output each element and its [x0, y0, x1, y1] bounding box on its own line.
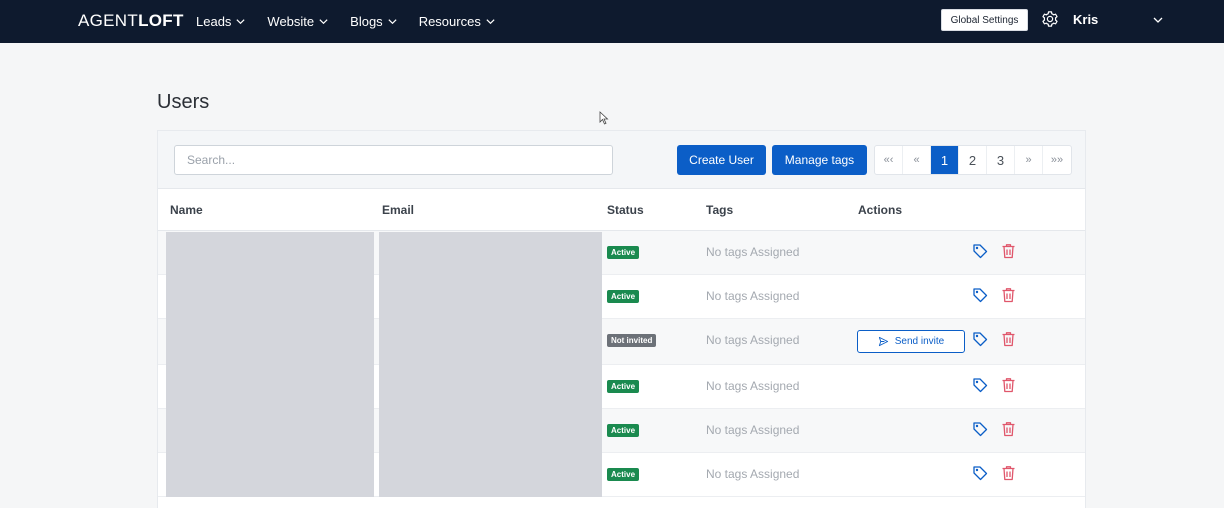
users-toolbar: Create User Manage tags «‹ « 1 2 3 » »»: [158, 131, 1085, 189]
trash-icon[interactable]: [1001, 243, 1016, 259]
tag-icon[interactable]: [972, 465, 988, 481]
tag-icon[interactable]: [972, 377, 988, 393]
brand-logo[interactable]: AGENTLOFT: [78, 11, 184, 31]
status-badge: Active: [607, 468, 640, 481]
nav-blogs[interactable]: Blogs: [350, 14, 398, 29]
manage-tags-button[interactable]: Manage tags: [772, 145, 867, 175]
status-badge: Active: [607, 246, 640, 259]
page-title: Users: [157, 91, 210, 113]
status-badge: Not invited: [607, 334, 657, 347]
pagination: «‹ « 1 2 3 » »»: [874, 145, 1072, 175]
prev-page-button[interactable]: «: [903, 146, 931, 174]
main-nav: Leads Website Blogs Resources: [196, 0, 496, 43]
column-header-actions: Actions: [858, 203, 903, 217]
users-card: Create User Manage tags «‹ « 1 2 3 » »» …: [157, 130, 1086, 508]
tag-icon[interactable]: [972, 331, 988, 347]
chevron-down-icon: [486, 19, 495, 25]
status-badge: Active: [607, 290, 640, 303]
gear-icon[interactable]: [1041, 10, 1059, 28]
column-header-tags[interactable]: Tags: [706, 203, 733, 217]
trash-icon[interactable]: [1001, 287, 1016, 303]
nav-website[interactable]: Website: [267, 14, 329, 29]
user-menu-name[interactable]: Kris: [1073, 12, 1098, 27]
mouse-cursor-icon: [599, 111, 609, 125]
chevron-down-icon: [236, 19, 246, 25]
trash-icon[interactable]: [1001, 331, 1016, 347]
global-settings-button[interactable]: Global Settings: [941, 9, 1028, 31]
tags-cell: No tags Assigned: [706, 245, 800, 259]
chevron-down-icon: [319, 19, 328, 25]
tag-icon[interactable]: [972, 243, 988, 259]
tags-cell: No tags Assigned: [706, 289, 800, 303]
search-input[interactable]: [174, 145, 613, 175]
trash-icon[interactable]: [1001, 377, 1016, 393]
first-page-button[interactable]: «‹: [875, 146, 903, 174]
trash-icon[interactable]: [1001, 465, 1016, 481]
status-badge: Active: [607, 424, 640, 437]
table-header: Name Email Status Tags Actions: [158, 189, 1085, 231]
tags-cell: No tags Assigned: [706, 423, 800, 437]
tags-cell: No tags Assigned: [706, 379, 800, 393]
column-header-email[interactable]: Email: [382, 203, 414, 217]
page-2-button[interactable]: 2: [959, 146, 987, 174]
last-page-button[interactable]: »»: [1043, 146, 1071, 174]
page-3-button[interactable]: 3: [987, 146, 1015, 174]
tags-cell: No tags Assigned: [706, 467, 800, 481]
top-navbar: AGENTLOFT Leads Website Blogs Resources …: [0, 0, 1224, 43]
tag-icon[interactable]: [972, 287, 988, 303]
status-badge: Active: [607, 380, 640, 393]
next-page-button[interactable]: »: [1015, 146, 1043, 174]
send-icon: [878, 336, 888, 347]
column-header-name[interactable]: Name: [170, 203, 203, 217]
send-invite-button[interactable]: Send invite: [857, 330, 965, 353]
tags-cell: No tags Assigned: [706, 333, 800, 347]
redacted-names: [166, 232, 374, 497]
redacted-emails: [379, 232, 602, 497]
create-user-button[interactable]: Create User: [677, 145, 766, 175]
chevron-down-icon[interactable]: [1152, 14, 1164, 26]
trash-icon[interactable]: [1001, 421, 1016, 437]
column-header-status[interactable]: Status: [607, 203, 644, 217]
nav-leads[interactable]: Leads: [196, 14, 246, 29]
nav-resources[interactable]: Resources: [419, 14, 496, 29]
chevron-down-icon: [388, 19, 397, 25]
tag-icon[interactable]: [972, 421, 988, 437]
page-1-button[interactable]: 1: [931, 146, 959, 174]
